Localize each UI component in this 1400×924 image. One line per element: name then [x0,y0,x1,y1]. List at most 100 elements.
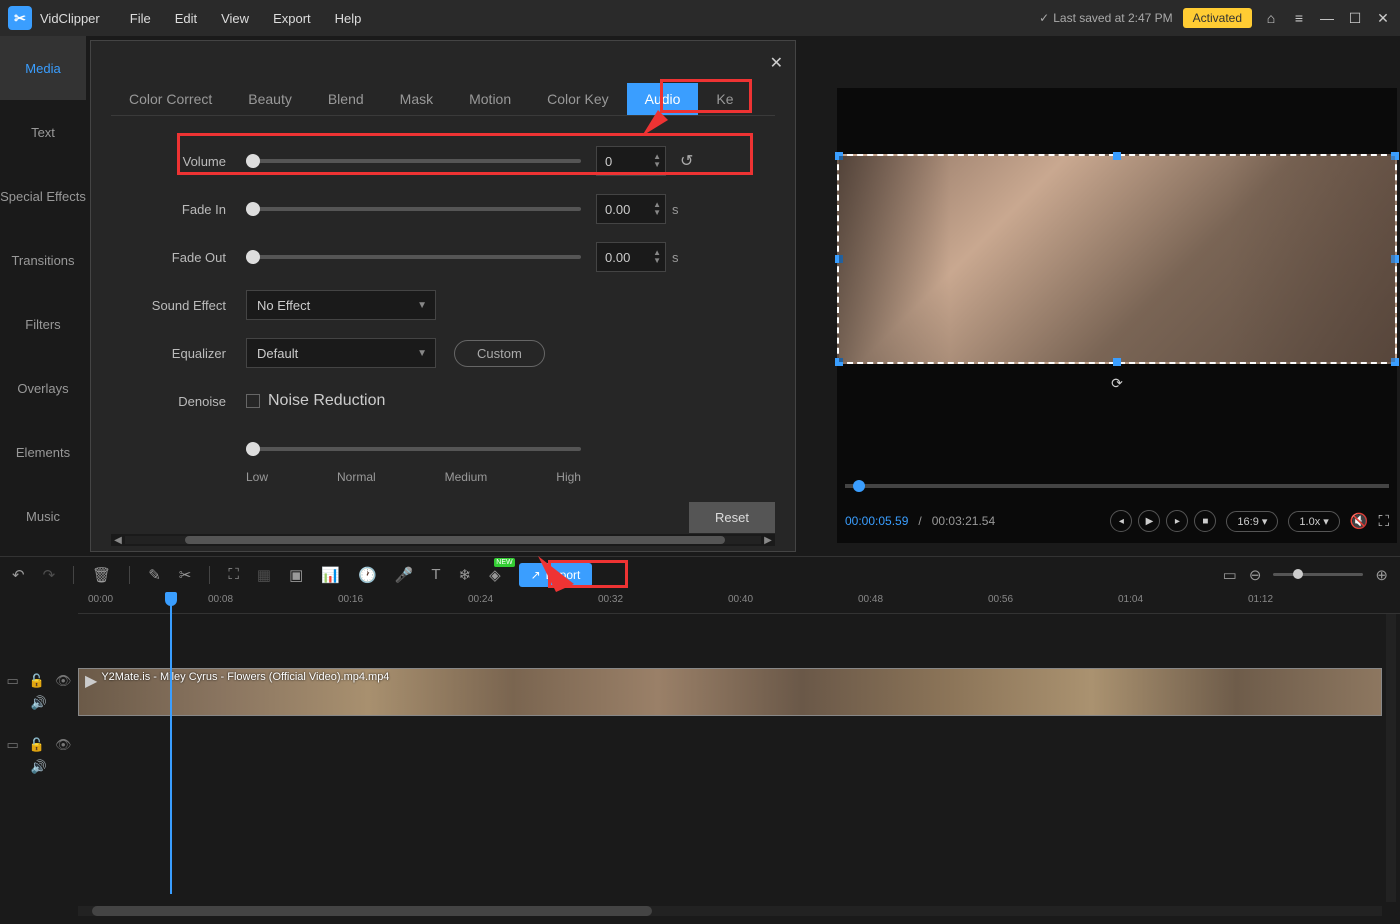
close-icon[interactable]: ✕ [1374,9,1392,27]
dialog-hscroll[interactable]: ◀ ▶ [111,534,775,546]
menu-edit[interactable]: Edit [165,7,207,30]
video-track[interactable]: ▶ Y2Mate.is - Miley Cyrus - Flowers (Off… [78,668,1382,716]
freeze-icon[interactable]: ❄ [458,566,471,584]
tag-icon[interactable]: ◈NEW [489,566,501,584]
tab-motion[interactable]: Motion [451,83,529,115]
scroll-left-icon[interactable]: ◀ [111,535,125,546]
volume-value: 0 [605,154,612,169]
timeline-vscroll[interactable] [1386,614,1396,902]
dialog-tabs: Color Correct Beauty Blend Mask Motion C… [111,83,775,116]
menu-view[interactable]: View [211,7,259,30]
tab-color-correct[interactable]: Color Correct [111,83,230,115]
track-video-icon[interactable]: ▭ [7,673,19,689]
equalizer-value: Default [257,346,298,361]
scroll-right-icon[interactable]: ▶ [761,535,775,546]
reset-button[interactable]: Reset [689,502,775,533]
last-saved-label: ✓ Last saved at 2:47 PM [1039,11,1172,25]
volume-slider[interactable] [246,159,581,163]
sidebar-filters[interactable]: Filters [0,292,86,356]
tab-color-key[interactable]: Color Key [529,83,626,115]
edit-icon[interactable]: ✎ [148,566,161,584]
crop-icon[interactable]: ⛶ [228,566,239,583]
text-icon[interactable]: T [431,566,440,583]
maximize-icon[interactable]: ☐ [1346,9,1364,27]
fadeout-slider[interactable] [246,255,581,259]
equalizer-custom-button[interactable]: Custom [454,340,545,367]
dialog-close-icon[interactable]: ✕ [770,53,783,73]
playhead[interactable] [170,592,172,894]
fadein-slider[interactable] [246,207,581,211]
soundeffect-row: Sound Effect No Effect▼ [131,290,755,320]
soundeffect-select[interactable]: No Effect▼ [246,290,436,320]
sidebar-music[interactable]: Music [0,484,86,548]
sidebar-text[interactable]: Text [0,100,86,164]
snapshot-icon[interactable]: ▣ [289,566,303,584]
home-icon[interactable]: ⌂ [1262,9,1280,27]
zoom-out-icon[interactable]: ⊖ [1249,566,1262,584]
fadein-spinner[interactable]: 0.00▲▼ [596,194,666,224]
sidebar-transitions[interactable]: Transitions [0,228,86,292]
fullscreen-icon[interactable]: ⛶ [1378,513,1389,530]
video-clip[interactable]: ▶ Y2Mate.is - Miley Cyrus - Flowers (Off… [78,668,1382,716]
undo-icon[interactable]: ↶ [12,566,25,584]
preview-scrubber[interactable] [845,484,1389,488]
timeline-hscroll[interactable] [78,906,1382,916]
activated-badge[interactable]: Activated [1183,8,1252,28]
export-button[interactable]: ↗ Export [519,563,593,587]
next-frame-button[interactable]: ▸ [1166,510,1188,532]
track-visible-icon[interactable]: 👁 [55,673,72,689]
ruler-mark: 01:04 [1118,594,1143,605]
noise-reduction-checkbox[interactable] [246,394,260,408]
voiceover-icon[interactable]: 🎤 [395,566,414,584]
equalizer-select[interactable]: Default▼ [246,338,436,368]
volume-spinner[interactable]: 0▲▼ [596,146,666,176]
check-icon: ✓ [1039,11,1049,25]
sidebar-overlays[interactable]: Overlays [0,356,86,420]
redo-icon[interactable]: ↷ [43,566,56,584]
tab-audio[interactable]: Audio [627,83,699,115]
hamburger-icon[interactable]: ≡ [1290,9,1308,27]
zoom-in-icon[interactable]: ⊕ [1375,566,1388,584]
mute-icon[interactable]: 🔇 [1350,512,1369,530]
track-visible-icon[interactable]: 👁 [55,737,72,753]
split-icon[interactable]: ✂ [179,566,192,584]
tab-blend[interactable]: Blend [310,83,382,115]
sidebar-elements[interactable]: Elements [0,420,86,484]
mosaic-icon[interactable]: ▦ [257,566,271,584]
track-lock-icon[interactable]: 🔓 [29,673,45,689]
ruler-mark: 00:16 [338,594,363,605]
tab-ke[interactable]: Ke [698,83,751,115]
fadeout-spinner[interactable]: 0.00▲▼ [596,242,666,272]
sidebar-special-effects[interactable]: Special Effects [0,164,86,228]
play-button[interactable]: ▶ [1138,510,1160,532]
menu-file[interactable]: File [120,7,161,30]
track-audio-icon[interactable]: 🔊 [31,759,47,775]
fit-icon[interactable]: ▭ [1223,566,1237,584]
prev-frame-button[interactable]: ◂ [1110,510,1132,532]
menu-help[interactable]: Help [325,7,372,30]
delete-icon[interactable]: 🗑 [92,566,111,584]
denoise-slider[interactable] [246,447,581,451]
track-audio-icon[interactable]: 🔊 [31,695,47,711]
volume-reset-icon[interactable]: ↺ [680,151,693,171]
rotate-icon[interactable]: ⟳ [1111,375,1123,392]
aspect-ratio-select[interactable]: 16:9 ▾ [1226,511,1278,532]
zoom-slider[interactable] [1273,573,1363,576]
fadeout-row: Fade Out 0.00▲▼ s [131,242,755,272]
minimize-icon[interactable]: — [1318,9,1336,27]
sidebar-media[interactable]: Media [0,36,86,100]
stop-button[interactable]: ■ [1194,510,1216,532]
speed-select[interactable]: 1.0x ▾ [1288,511,1339,532]
preview-video-frame[interactable]: ⟳ [837,154,1397,364]
export-label: Export [546,568,581,582]
denoise-label: Denoise [131,394,226,409]
stats-icon[interactable]: 📊 [321,566,340,584]
tab-beauty[interactable]: Beauty [230,83,310,115]
menu-export[interactable]: Export [263,7,321,30]
track-lock-icon[interactable]: 🔓 [29,737,45,753]
timeline-ruler[interactable]: 00:00 00:08 00:16 00:24 00:32 00:40 00:4… [78,592,1400,614]
titlebar: ✂ VidClipper File Edit View Export Help … [0,0,1400,36]
tab-mask[interactable]: Mask [382,83,451,115]
duration-icon[interactable]: 🕐 [358,566,377,584]
track-video-icon[interactable]: ▭ [7,737,19,753]
